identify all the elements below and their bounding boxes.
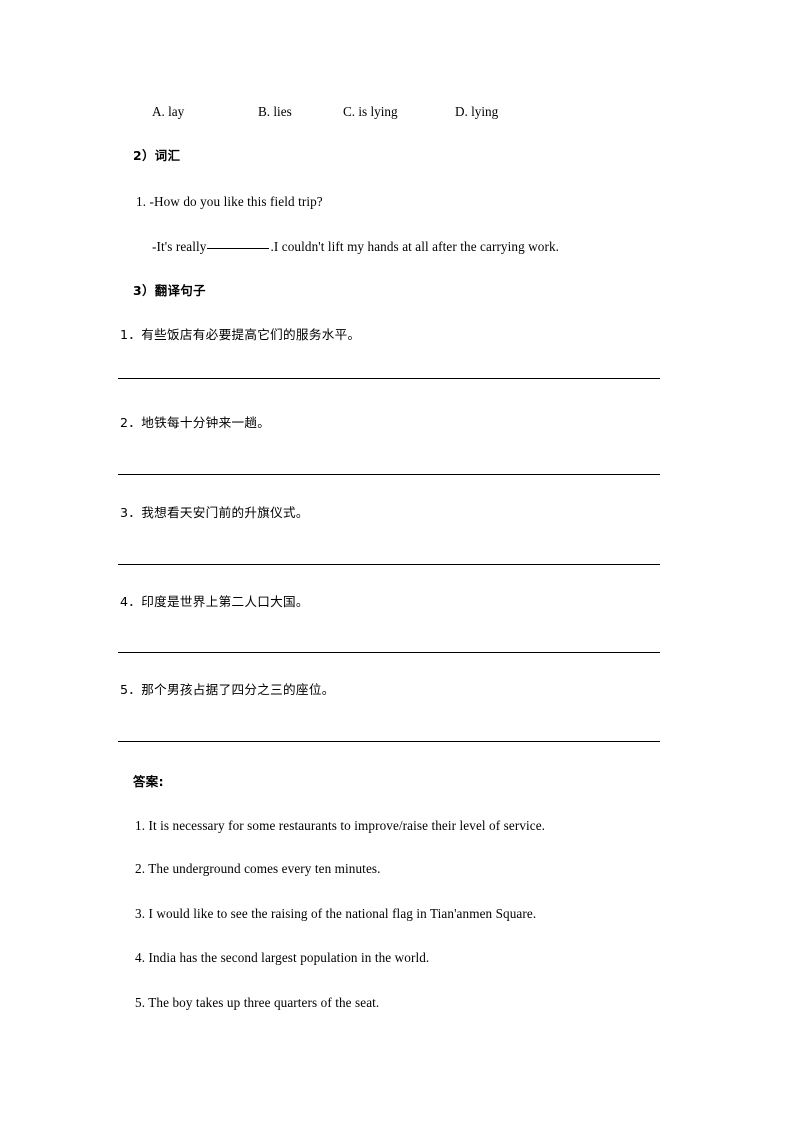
translation-sentence-2: 2．地铁每十分钟来一趟。	[120, 415, 271, 430]
grammar-option-c: C. is lying	[343, 104, 398, 119]
document-page: A. lay B. lies C. is lying D. lying 2）词汇…	[0, 0, 794, 1123]
vocabulary-question-text: -How do you like this field trip?	[149, 194, 323, 209]
answer-rule-3[interactable]	[118, 564, 660, 565]
grammar-option-b: B. lies	[258, 104, 292, 119]
grammar-option-a: A. lay	[152, 104, 185, 119]
grammar-option-d: D. lying	[455, 104, 499, 119]
section-heading-answers: 答案:	[133, 774, 164, 789]
vocabulary-answer-line: -It's really .I couldn't lift my hands at…	[152, 239, 559, 255]
answer-rule-4[interactable]	[118, 652, 660, 653]
translation-sentence-1: 1．有些饭店有必要提高它们的服务水平。	[120, 327, 361, 342]
translation-sentence-3: 3．我想看天安门前的升旗仪式。	[120, 505, 309, 520]
section-heading-translation: 3）翻译句子	[133, 283, 206, 298]
vocabulary-question-number: 1.	[136, 194, 147, 209]
vocabulary-answer-prefix: -It's really	[152, 239, 207, 254]
translation-sentence-4: 4．印度是世界上第二人口大国。	[120, 594, 309, 609]
section-heading-vocabulary: 2）词汇	[133, 148, 181, 163]
answer-rule-5[interactable]	[118, 741, 660, 742]
answer-rule-2[interactable]	[118, 474, 660, 475]
answer-item-2: 2. The underground comes every ten minut…	[135, 861, 381, 876]
vocabulary-question-line: 1. -How do you like this field trip?	[136, 194, 323, 210]
answer-item-3: 3. I would like to see the raising of th…	[135, 906, 537, 921]
answer-rule-1[interactable]	[118, 378, 660, 379]
translation-sentence-5: 5．那个男孩占据了四分之三的座位。	[120, 682, 335, 697]
answer-item-5: 5. The boy takes up three quarters of th…	[135, 995, 380, 1010]
vocabulary-answer-suffix: .I couldn't lift my hands at all after t…	[270, 239, 560, 254]
answer-item-1: 1. It is necessary for some restaurants …	[135, 818, 546, 833]
answer-item-4: 4. India has the second largest populati…	[135, 950, 430, 965]
vocabulary-fill-in-blank[interactable]	[207, 248, 270, 249]
